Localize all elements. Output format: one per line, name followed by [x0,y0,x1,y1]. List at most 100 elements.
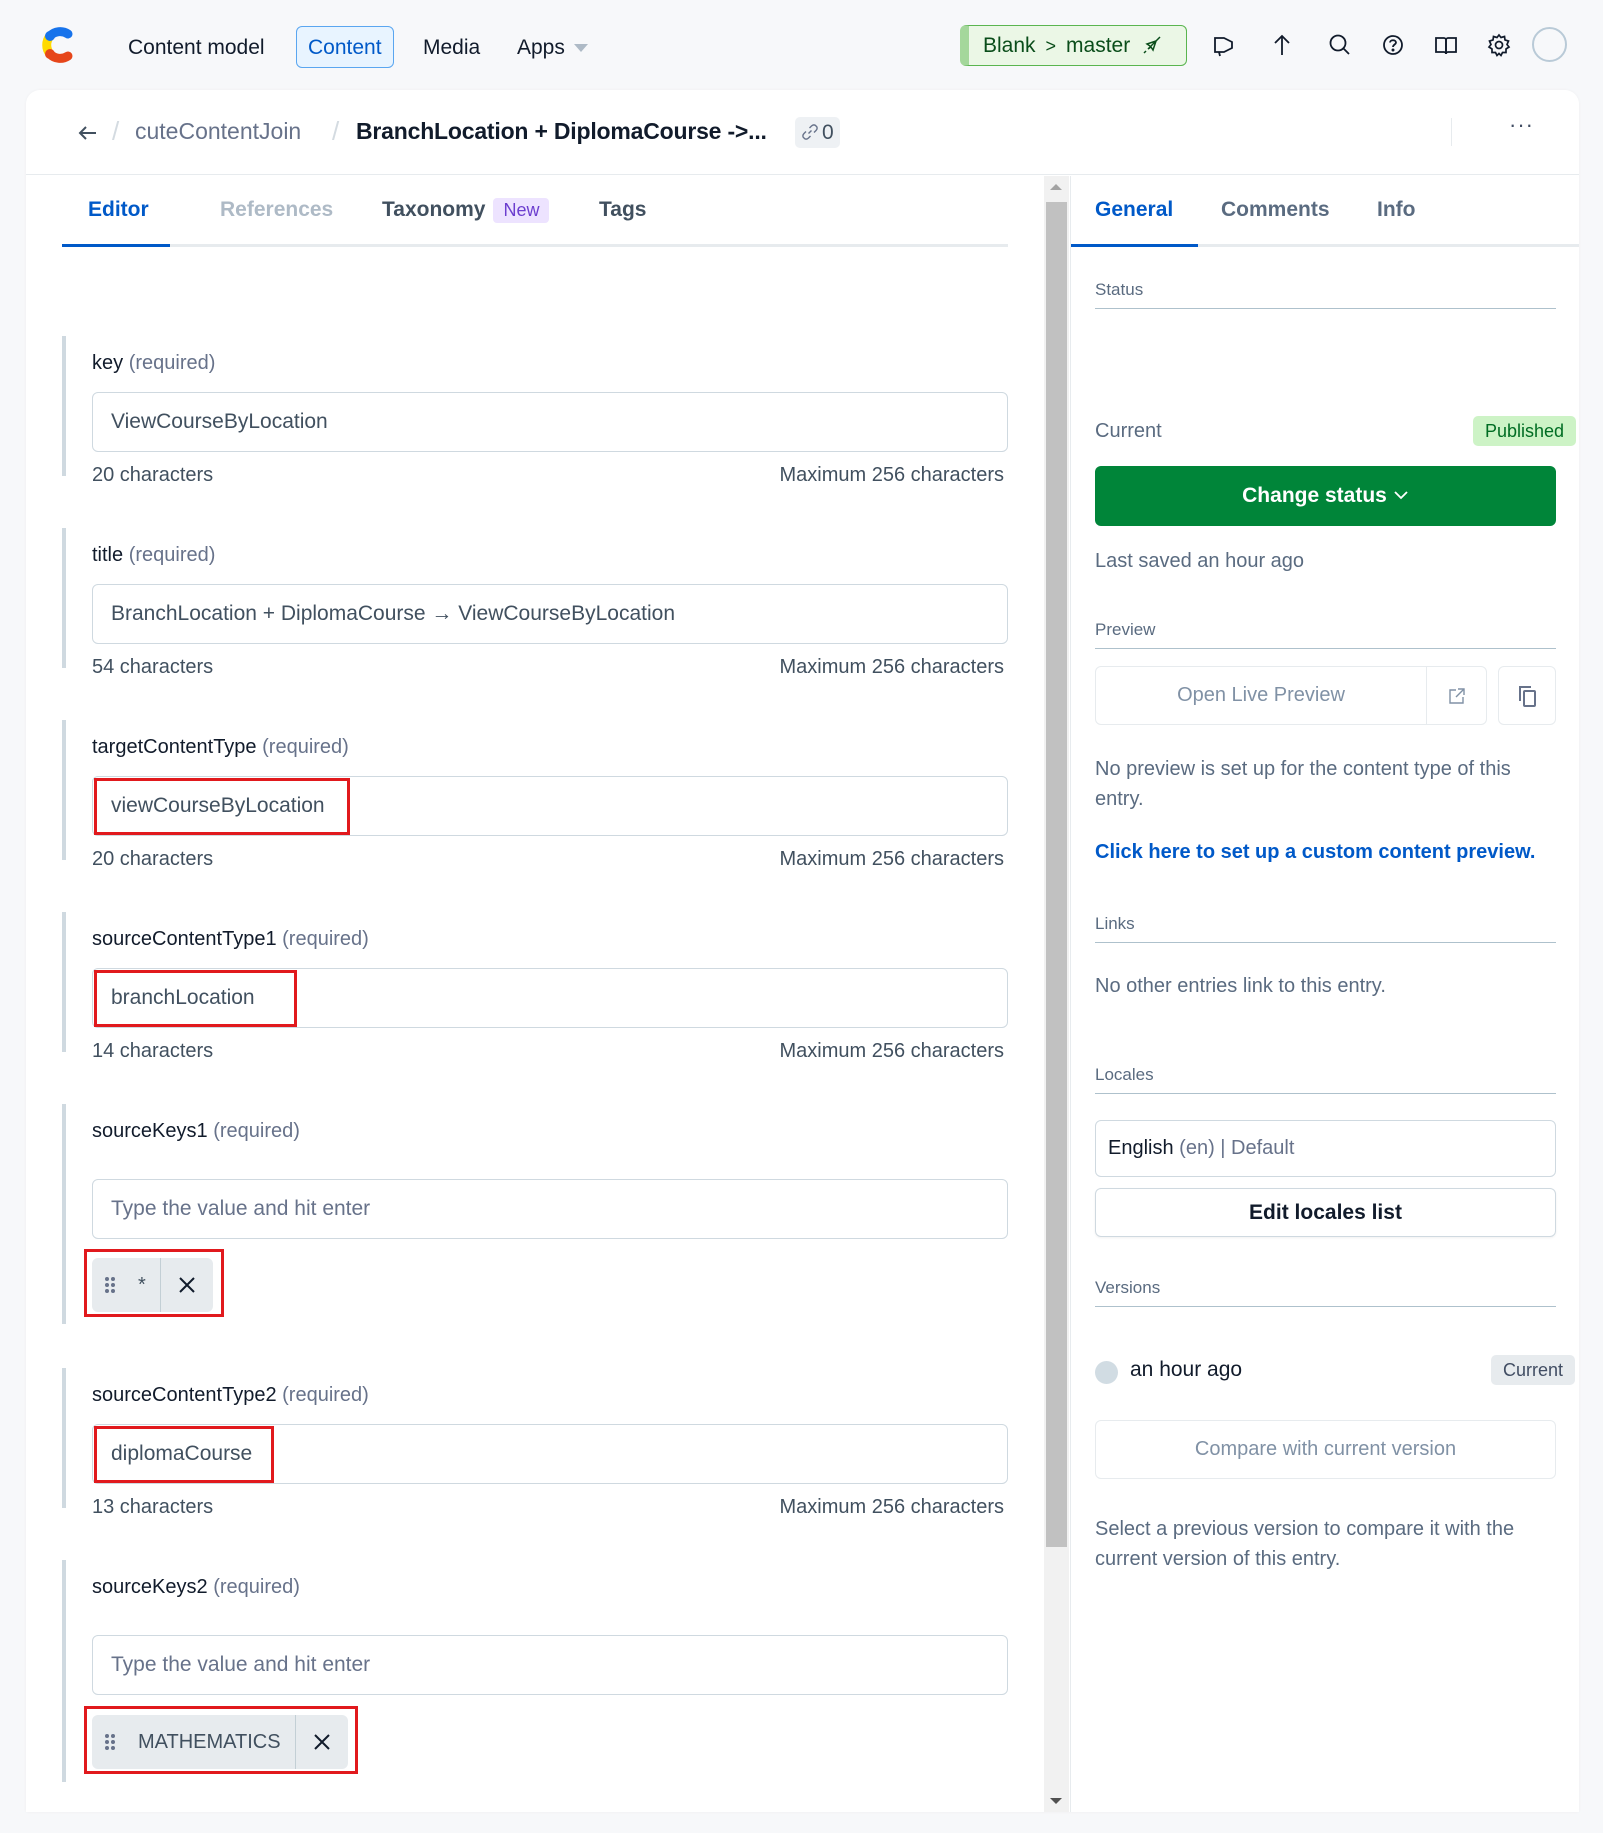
nav-content[interactable]: Content [296,26,394,68]
locales-section-title: Locales [1095,1065,1556,1094]
field-target-content-type: targetContentType (required) viewCourseB… [62,720,1008,870]
upload-arrow-icon[interactable] [1268,31,1296,59]
locale-code: (en) | Default [1179,1137,1295,1159]
tab-editor[interactable]: Editor [88,198,149,222]
source-content-type-1-input[interactable]: branchLocation [92,968,1008,1028]
megaphone-icon[interactable] [1210,31,1238,59]
field-source-content-type-2: sourceContentType2 (required) diplomaCou… [62,1368,1008,1518]
remove-tag-close-icon[interactable] [161,1276,213,1294]
field-key: key (required) ViewCourseByLocation 20 c… [62,336,1008,486]
change-status-button[interactable]: Change status [1095,466,1556,526]
version-timestamp[interactable]: an hour ago [1130,1358,1242,1382]
new-badge: New [493,198,550,223]
last-saved-text: Last saved an hour ago [1095,550,1305,572]
breadcrumb-separator: / [332,116,340,146]
back-arrow-icon[interactable] [74,119,102,147]
environment-name: master [1066,34,1131,57]
scroll-thumb[interactable] [1046,202,1067,1547]
nav-apps-label: Apps [517,36,565,59]
breadcrumb-separator: / [112,116,120,146]
no-preview-message: No preview is set up for the content typ… [1095,758,1511,810]
source-keys-1-input[interactable]: Type the value and hit enter [92,1179,1008,1239]
tab-references[interactable]: References [220,198,333,222]
sidebar-tabs: General Comments Info [1071,176,1579,247]
field-label: sourceContentType1 (required) [92,928,369,950]
field-source-keys-2: sourceKeys2 (required) Type the value an… [62,1560,1008,1782]
key-input[interactable]: ViewCourseByLocation [92,392,1008,452]
character-limit: Maximum 256 characters [779,464,1004,486]
title-input[interactable]: BranchLocation + DiplomaCourse → ViewCou… [92,584,1008,644]
character-limit: Maximum 256 characters [779,656,1004,678]
top-navigation: Content model Content Media Apps Blank > m… [0,0,1603,90]
active-tab-indicator [62,244,170,247]
sidebar-tab-info[interactable]: Info [1377,198,1415,222]
help-icon[interactable] [1379,31,1407,59]
setup-preview-link[interactable]: Click here to set up a custom content pr… [1095,841,1535,864]
status-section-title: Status [1095,280,1556,309]
locale-name: English [1108,1137,1174,1159]
entry-header: / cuteContentJoin / BranchLocation + Dip… [26,90,1579,175]
drag-handle-icon[interactable] [92,1733,128,1751]
settings-gear-icon[interactable] [1485,31,1513,59]
more-options-button[interactable]: ··· [1509,112,1534,138]
nav-apps[interactable]: Apps [505,26,600,68]
entry-title: BranchLocation + DiplomaCourse ->... [356,118,767,144]
nav-content-model[interactable]: Content model [116,26,277,68]
version-radio[interactable] [1095,1361,1118,1384]
breadcrumb-content-type[interactable]: cuteContentJoin [135,118,301,145]
target-content-type-input[interactable]: viewCourseByLocation [92,776,1008,836]
nav-media[interactable]: Media [411,26,492,68]
search-icon[interactable] [1326,31,1354,59]
field-label: title (required) [92,544,216,566]
character-limit: Maximum 256 characters [779,1040,1004,1062]
tag-pill: MATHEMATICS [92,1715,348,1769]
open-live-preview-button[interactable]: Open Live Preview [1096,667,1426,724]
tag-label: * [128,1258,161,1312]
docs-book-icon[interactable] [1432,31,1460,59]
tab-taxonomy[interactable]: Taxonomy New [382,198,550,223]
field-source-content-type-1: sourceContentType1 (required) branchLoca… [62,912,1008,1062]
character-limit: Maximum 256 characters [779,848,1004,870]
copy-icon[interactable] [1498,666,1556,725]
field-label: targetContentType (required) [92,736,349,758]
user-avatar[interactable] [1532,27,1567,62]
live-preview-button-group: Open Live Preview [1095,666,1487,725]
tab-taxonomy-label: Taxonomy [382,198,486,221]
remove-tag-close-icon[interactable] [296,1733,348,1751]
external-link-icon[interactable] [1426,667,1487,724]
character-count: 13 characters [92,1496,214,1518]
field-label: sourceKeys1 (required) [92,1120,300,1142]
status-badge: Published [1473,416,1577,446]
entry-editor-card: / cuteContentJoin / BranchLocation + Dip… [26,90,1579,1812]
environment-switcher[interactable]: Blank > master [960,25,1187,66]
edit-locales-button[interactable]: Edit locales list [1095,1188,1556,1237]
character-limit: Maximum 256 characters [779,1496,1004,1518]
drag-handle-icon[interactable] [92,1276,128,1294]
editor-pane: Editor References Taxonomy New Tags key (… [26,176,1044,1812]
contentful-logo-icon[interactable] [38,24,80,66]
field-label: key (required) [92,352,216,374]
source-keys-2-input[interactable]: Type the value and hit enter [92,1635,1008,1695]
editor-scrollbar[interactable] [1044,176,1069,1812]
field-source-keys-1: sourceKeys1 (required) Type the value an… [62,1104,1008,1324]
links-section-title: Links [1095,914,1556,943]
current-version-badge: Current [1491,1355,1576,1385]
entry-sidebar: General Comments Info Status Current Pub… [1070,176,1579,1812]
scroll-down-arrow-icon[interactable] [1050,1798,1062,1804]
active-tab-indicator [1071,244,1198,247]
sidebar-tab-comments[interactable]: Comments [1221,198,1330,222]
link-icon [802,124,818,140]
references-count: 0 [822,121,834,144]
field-label: sourceKeys2 (required) [92,1576,300,1598]
character-count: 14 characters [92,1040,214,1062]
references-count-badge[interactable]: 0 [795,117,840,148]
character-count: 54 characters [92,656,214,678]
scroll-up-arrow-icon[interactable] [1050,184,1062,190]
source-content-type-2-input[interactable]: diplomaCourse [92,1424,1008,1484]
compare-versions-button[interactable]: Compare with current version [1095,1420,1556,1479]
chevron-down-icon [1394,491,1408,500]
editor-tabs: Editor References Taxonomy New Tags [62,176,1008,247]
caret-down-icon [573,44,588,53]
tab-tags[interactable]: Tags [599,198,646,222]
sidebar-tab-general[interactable]: General [1095,198,1173,222]
